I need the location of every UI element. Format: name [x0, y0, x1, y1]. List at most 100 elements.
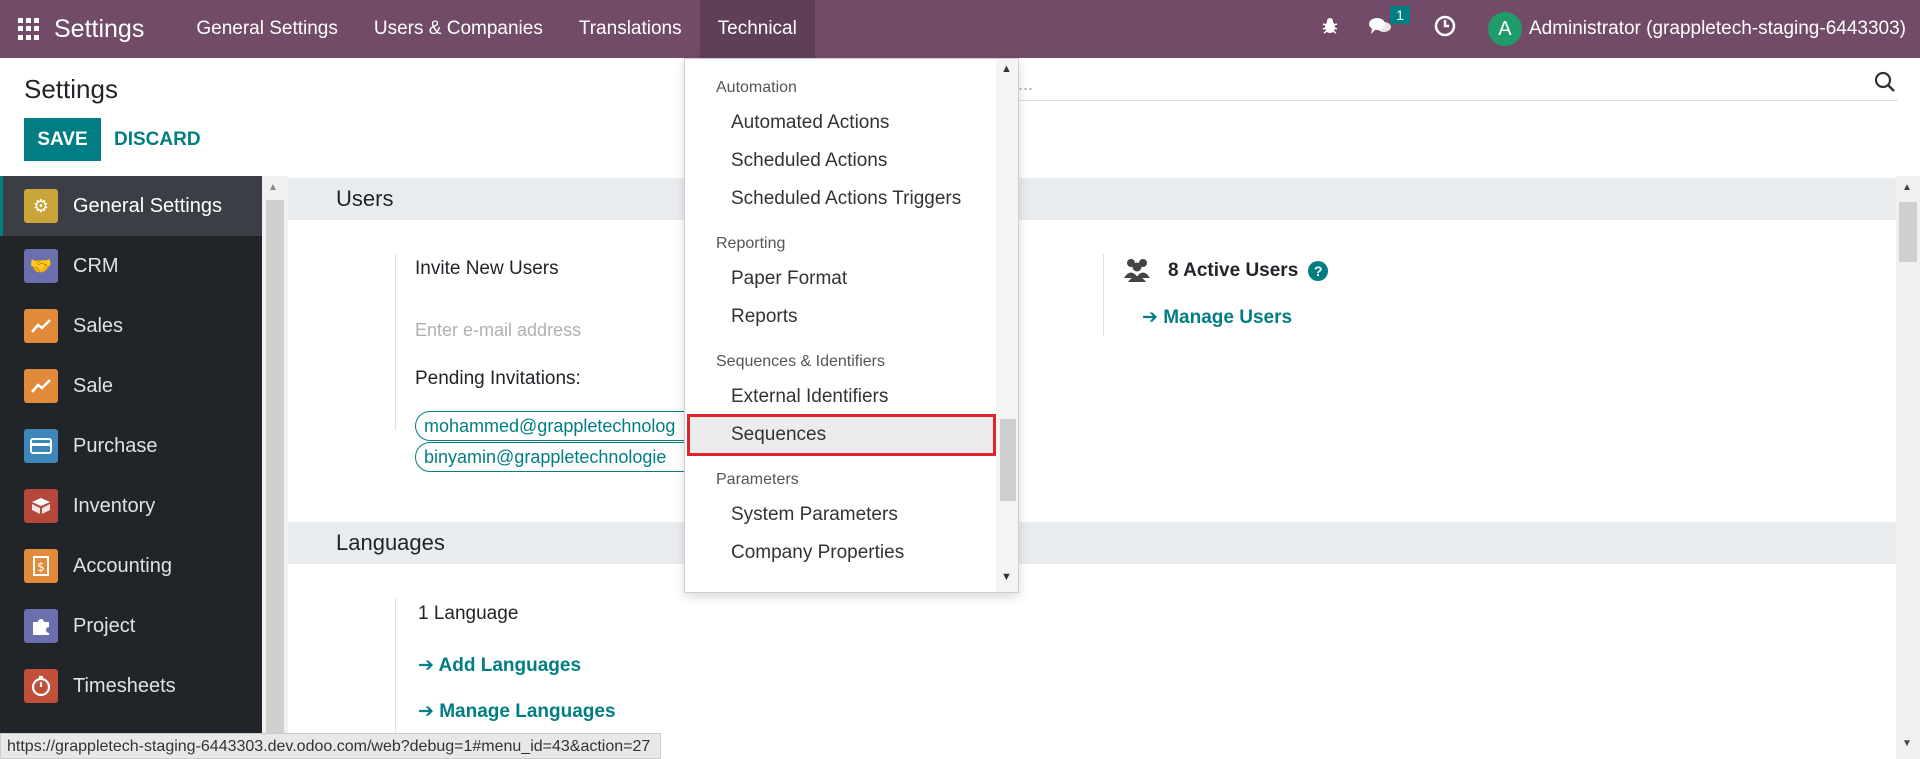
puzzle-icon: [24, 609, 58, 643]
menu-translations[interactable]: Translations: [561, 0, 700, 58]
manage-languages-link[interactable]: ➔ Manage Languages: [418, 700, 616, 723]
content-scroll-thumb[interactable]: [1899, 202, 1917, 262]
arrow-right-icon: ➔: [418, 655, 439, 676]
sidebar-item-inventory[interactable]: Inventory: [0, 476, 262, 536]
search-icon[interactable]: [1873, 70, 1897, 94]
languages-section-title: Languages: [288, 522, 1896, 564]
box-icon: [24, 489, 58, 523]
avatar[interactable]: A: [1487, 12, 1522, 46]
language-count: 1 Language: [418, 603, 519, 624]
sidebar-item-label: Project: [73, 614, 136, 637]
help-icon[interactable]: ?: [1308, 260, 1329, 281]
menu-general-settings[interactable]: General Settings: [178, 0, 356, 58]
scroll-down-arrow-icon[interactable]: ▼: [1902, 738, 1912, 749]
menu-item-system-parameters[interactable]: System Parameters: [731, 504, 898, 526]
sidebar-item-label: Inventory: [73, 494, 156, 517]
menu-technical[interactable]: Technical: [699, 0, 815, 58]
arrow-right-icon: ➔: [418, 701, 440, 722]
status-bar-url: https://grappletech-staging-6443303.dev.…: [0, 733, 662, 759]
scroll-down-arrow-icon[interactable]: ▼: [1001, 571, 1012, 583]
search-input[interactable]: ...: [1018, 74, 1033, 95]
manage-users-link[interactable]: ➔ Manage Users: [1142, 306, 1292, 329]
pending-invitation-badge[interactable]: mohammed@grappletechnolog: [415, 411, 705, 441]
users-section-title: Users: [288, 178, 1896, 220]
main-menu: General Settings Users & Companies Trans…: [178, 0, 815, 58]
sidebar-item-label: Sale: [73, 374, 114, 397]
sidebar-scroll-thumb[interactable]: [266, 200, 284, 759]
sidebar-item-purchase[interactable]: Purchase: [0, 416, 262, 476]
sidebar-item-general-settings[interactable]: ⚙ General Settings: [0, 176, 262, 236]
settings-content: Users Invite New Users Enter e-mail addr…: [288, 176, 1896, 759]
menu-item-paper-format[interactable]: Paper Format: [731, 268, 847, 290]
chart-icon: [24, 309, 58, 343]
scroll-up-arrow-icon[interactable]: ▲: [268, 182, 278, 193]
arrow-right-icon: ➔: [1142, 307, 1164, 328]
messages-icon[interactable]: 1: [1368, 6, 1410, 42]
menu-item-scheduled-actions[interactable]: Scheduled Actions: [731, 150, 887, 172]
menu-item-reports[interactable]: Reports: [731, 306, 798, 328]
chart-icon: [24, 369, 58, 403]
save-button[interactable]: SAVE: [24, 118, 101, 161]
navbar-systray: 1 A Administrator (grappletech-staging-6…: [1306, 0, 1920, 58]
dropdown-scroll-thumb[interactable]: [1000, 419, 1016, 501]
manage-users-label: Manage Users: [1163, 307, 1293, 328]
menu-item-company-properties[interactable]: Company Properties: [731, 542, 904, 564]
app-title[interactable]: Settings: [54, 15, 144, 44]
sidebar-item-label: Purchase: [73, 434, 158, 457]
content-scrollbar[interactable]: ▲ ▼: [1896, 176, 1920, 759]
sidebar-item-label: CRM: [73, 254, 119, 277]
sidebar-item-crm[interactable]: 🤝 CRM: [0, 236, 262, 296]
technical-dropdown-menu: Automation Automated Actions Scheduled A…: [684, 58, 1019, 593]
menu-item-sequences[interactable]: Sequences: [687, 414, 996, 456]
sidebar-item-sales[interactable]: Sales: [0, 296, 262, 356]
add-languages-link[interactable]: ➔ Add Languages: [418, 654, 581, 677]
invite-users-label: Invite New Users: [415, 258, 559, 279]
settings-sidebar: ⚙ General Settings 🤝 CRM Sales Sale Purc…: [0, 176, 262, 759]
pending-invitations-label: Pending Invitations:: [415, 368, 581, 389]
active-users-count: 8 Active Users?: [1168, 260, 1329, 282]
divider: [395, 254, 396, 430]
svg-text:$: $: [37, 560, 45, 574]
messages-badge: 1: [1390, 6, 1410, 24]
sidebar-item-timesheets[interactable]: Timesheets: [0, 656, 262, 716]
menu-item-external-identifiers[interactable]: External Identifiers: [731, 386, 888, 408]
sidebar-item-label: Sales: [73, 314, 124, 337]
menu-header-reporting: Reporting: [716, 235, 786, 252]
menu-item-automated-actions[interactable]: Automated Actions: [731, 112, 889, 134]
add-languages-label: Add Languages: [438, 655, 582, 676]
sidebar-item-label: General Settings: [73, 194, 222, 217]
invoice-icon: $: [24, 549, 58, 583]
discard-button[interactable]: DISCARD: [114, 118, 201, 161]
card-icon: [24, 429, 58, 463]
dropdown-scrollbar[interactable]: ▲ ▼: [996, 59, 1018, 592]
email-field[interactable]: Enter e-mail address: [415, 320, 581, 341]
active-users-label: 8 Active Users: [1168, 260, 1299, 281]
users-group-icon: [1122, 256, 1152, 288]
user-menu[interactable]: Administrator (grappletech-staging-64433…: [1529, 18, 1906, 40]
sidebar-item-label: Accounting: [73, 554, 172, 577]
stopwatch-icon: [24, 669, 58, 703]
divider: [1103, 254, 1104, 336]
scroll-up-arrow-icon[interactable]: ▲: [1001, 63, 1012, 75]
gear-icon: ⚙: [24, 189, 58, 223]
sidebar-scrollbar[interactable]: ▲: [262, 176, 288, 759]
pending-invitation-badge[interactable]: binyamin@grappletechnologie: [415, 442, 705, 472]
menu-item-scheduled-actions-triggers[interactable]: Scheduled Actions Triggers: [731, 188, 961, 210]
search-underline: [1018, 100, 1898, 101]
sidebar-item-accounting[interactable]: $ Accounting: [0, 536, 262, 596]
menu-users-companies[interactable]: Users & Companies: [356, 0, 561, 58]
scroll-up-arrow-icon[interactable]: ▲: [1902, 182, 1912, 193]
apps-grid-icon[interactable]: [18, 18, 40, 40]
menu-header-parameters: Parameters: [716, 471, 799, 488]
manage-languages-label: Manage Languages: [439, 701, 616, 722]
page-title: Settings: [24, 74, 118, 104]
menu-header-automation: Automation: [716, 79, 797, 96]
handshake-icon: 🤝: [24, 249, 58, 283]
debug-bug-icon[interactable]: [1320, 16, 1340, 42]
activity-clock-icon[interactable]: [1434, 15, 1456, 43]
top-navbar: Settings General Settings Users & Compan…: [0, 0, 1920, 58]
sidebar-item-label: Timesheets: [73, 674, 176, 697]
menu-header-sequences-identifiers: Sequences & Identifiers: [716, 353, 885, 370]
sidebar-item-sale[interactable]: Sale: [0, 356, 262, 416]
sidebar-item-project[interactable]: Project: [0, 596, 262, 656]
